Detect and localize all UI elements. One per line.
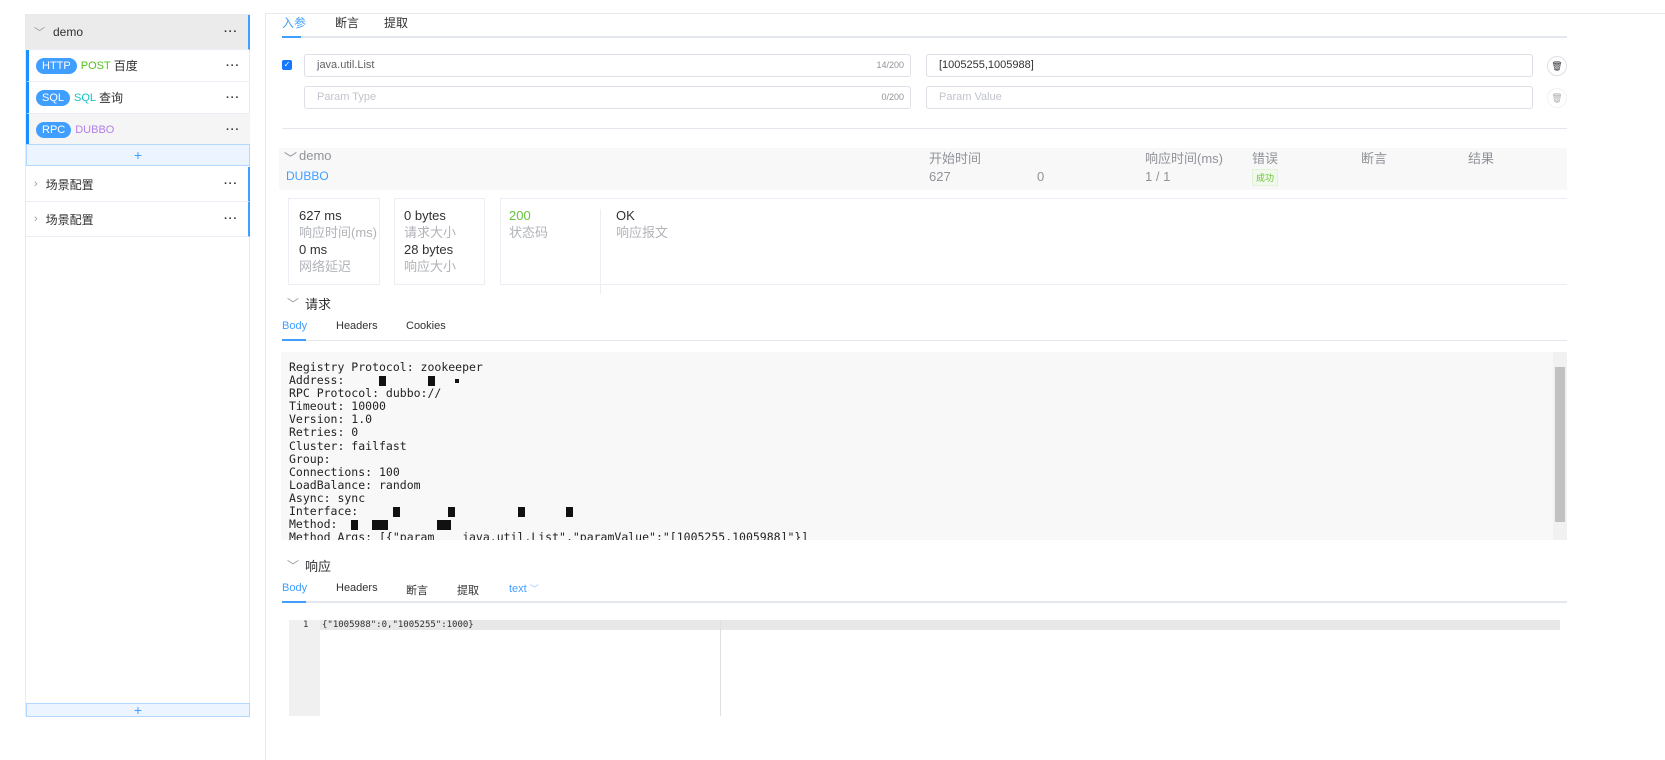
api-name: 百度 — [113, 59, 138, 73]
param-value-input[interactable]: [1005255,1005988] — [926, 54, 1533, 77]
divider — [282, 128, 1567, 129]
api-item-http[interactable]: HTTP POST 百度 ··· — [26, 50, 250, 82]
protocol-link[interactable]: DUBBO — [286, 169, 329, 183]
param-type-input[interactable]: java.util.List 14/200 — [304, 54, 911, 77]
network-latency: 0 ms — [299, 242, 328, 257]
request-body: Registry Protocol: zookeeper Address: RPC… — [281, 352, 1567, 540]
tabs-divider — [282, 36, 1567, 38]
method-label: SQL — [74, 91, 97, 104]
api-item-sql[interactable]: SQL SQL 查询 ··· — [26, 82, 250, 114]
scenario-item[interactable]: › 场景配置 ··· — [26, 167, 250, 202]
status-code: 200 — [509, 208, 531, 223]
response-time: 627 ms — [299, 208, 342, 223]
column-header: 断言 — [1361, 151, 1388, 166]
method-label: DUBBO — [75, 123, 115, 136]
tab-response-extract[interactable]: 提取 — [457, 582, 479, 598]
scenario-name: 场景配置 — [45, 177, 94, 192]
request-section-title: 请求 — [305, 297, 332, 312]
timing-card: 627 ms 响应时间(ms) 0 ms 网络延迟 — [288, 198, 380, 285]
add-api-button[interactable]: + — [26, 144, 250, 166]
more-icon[interactable]: ··· — [224, 178, 238, 190]
method-label: POST — [80, 59, 111, 72]
more-icon[interactable]: ··· — [224, 26, 238, 38]
response-section-title: 响应 — [305, 559, 332, 574]
scrollbar[interactable] — [1553, 352, 1567, 540]
chevron-down-icon[interactable]: ﹀ — [34, 24, 45, 40]
param-type-input[interactable]: Param Type 0/200 — [304, 86, 911, 109]
group-name: demo — [53, 25, 84, 39]
line-gutter — [289, 620, 320, 716]
delete-icon[interactable]: 🗑 — [1547, 88, 1567, 108]
response-size: 28 bytes — [404, 242, 454, 257]
tab-response-assertions[interactable]: 断言 — [406, 582, 428, 598]
status-badge: 成功 — [1252, 169, 1279, 186]
more-icon[interactable]: ··· — [224, 213, 238, 225]
tab-assertions[interactable]: 断言 — [335, 14, 359, 31]
tab-request-cookies[interactable]: Cookies — [406, 320, 446, 332]
scenario-group-demo[interactable]: ﹀ demo ··· — [26, 15, 250, 50]
chevron-right-icon[interactable]: › — [34, 178, 38, 190]
tab-params[interactable]: 入参 — [282, 14, 306, 31]
delete-icon[interactable]: 🗑 — [1547, 56, 1567, 76]
protocol-badge: RPC — [36, 121, 72, 138]
result-summary: ﹀ demo DUBBO 开始时间 响应时间(ms) 错误 断言 结果 627 … — [279, 148, 1567, 190]
column-header: 错误 — [1252, 151, 1279, 166]
tab-request-body[interactable]: Body — [282, 320, 307, 332]
summary-name: demo — [299, 148, 332, 163]
format-select[interactable]: text ﹀ — [509, 582, 539, 595]
tab-response-headers[interactable]: Headers — [336, 582, 378, 594]
column-header: 结果 — [1468, 151, 1495, 166]
char-counter: 14/200 — [876, 60, 904, 70]
scenario-name: 场景配置 — [45, 212, 94, 227]
active-line — [320, 620, 1560, 630]
response-message: OK — [616, 208, 635, 223]
request-size: 0 bytes — [404, 208, 446, 223]
api-name: 查询 — [99, 91, 124, 105]
tab-request-headers[interactable]: Headers — [336, 320, 378, 332]
param-value-input[interactable]: Param Value — [926, 86, 1533, 109]
add-scenario-button[interactable]: + — [26, 703, 250, 717]
ratio-value: 1 / 1 — [1145, 169, 1171, 184]
sidebar: ﹀ demo ··· HTTP POST 百度 ··· SQL SQL 查询 ·… — [25, 14, 250, 717]
scenario-item[interactable]: › 场景配置 ··· — [26, 202, 250, 237]
more-icon[interactable]: ··· — [226, 124, 240, 136]
status-card: 200 状态码 OK 响应报文 — [500, 198, 1567, 294]
more-icon[interactable]: ··· — [226, 60, 240, 72]
size-card: 0 bytes 请求大小 28 bytes 响应大小 — [394, 198, 485, 285]
start-value: 627 — [929, 169, 951, 184]
protocol-badge: SQL — [36, 89, 71, 106]
column-header: 响应时间(ms) — [1145, 151, 1223, 166]
scrollbar-thumb[interactable] — [1555, 367, 1565, 522]
summary-value: 0 — [1037, 169, 1045, 184]
api-item-rpc[interactable]: RPC DUBBO ··· — [26, 114, 250, 146]
line-number: 1 — [303, 620, 309, 630]
param-checkbox[interactable]: ✓ — [282, 60, 292, 70]
column-header: 开始时间 — [929, 151, 982, 166]
chevron-down-icon: ﹀ — [529, 584, 539, 594]
chevron-down-icon[interactable]: ﹀ — [284, 148, 297, 167]
tab-extract[interactable]: 提取 — [384, 14, 408, 31]
active-tab-indicator — [282, 36, 301, 38]
protocol-badge: HTTP — [36, 57, 77, 74]
chevron-down-icon[interactable]: ﹀ — [287, 557, 299, 574]
chevron-right-icon[interactable]: › — [34, 213, 38, 225]
chevron-down-icon[interactable]: ﹀ — [287, 295, 299, 312]
response-body[interactable]: {"1005988":0,"1005255":1000} — [322, 620, 474, 630]
char-counter: 0/200 — [881, 92, 904, 102]
tab-response-body[interactable]: Body — [282, 582, 307, 594]
more-icon[interactable]: ··· — [226, 92, 240, 104]
